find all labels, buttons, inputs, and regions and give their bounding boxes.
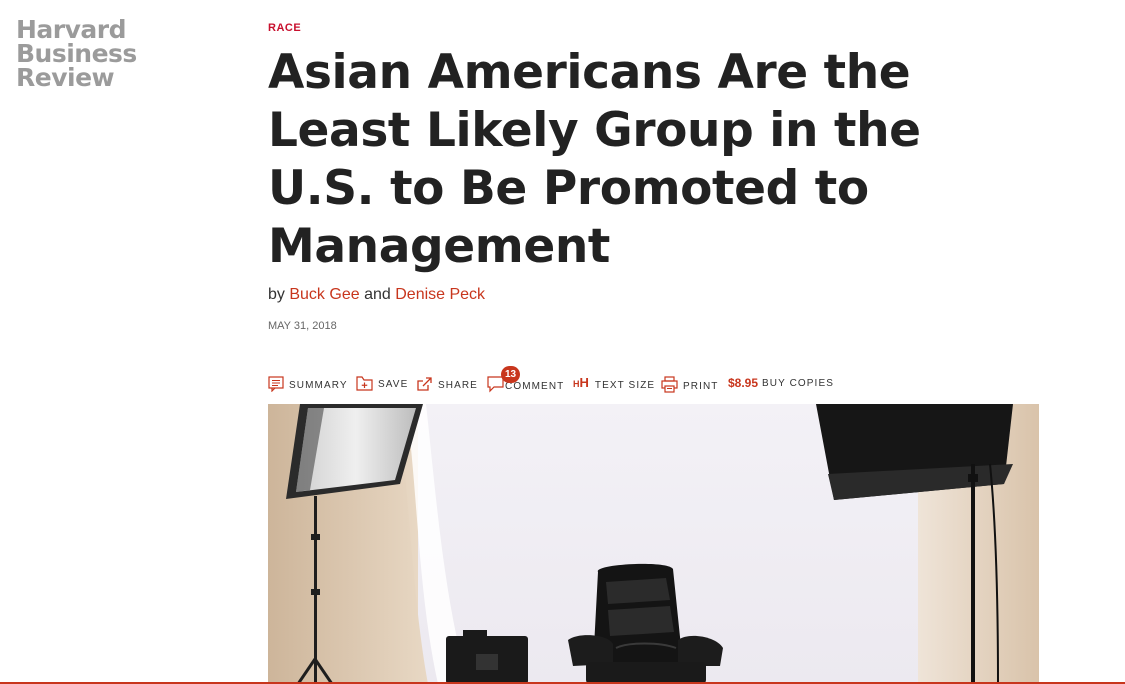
buy-copies-button[interactable]: $8.95 BUY COPIES	[728, 376, 834, 390]
byline-prefix: by	[268, 286, 285, 303]
text-size-button[interactable]: HH TEXT SIZE	[573, 376, 655, 392]
comment-count-badge: 13	[501, 366, 520, 383]
share-icon	[417, 377, 432, 391]
logo-line-3: Review	[16, 63, 115, 92]
article-title: Asian Americans Are the Least Likely Gro…	[268, 45, 921, 274]
hbr-logo[interactable]: Harvard Business Review	[16, 17, 137, 92]
text-size-label: TEXT SIZE	[594, 380, 656, 391]
price-label: $8.95	[728, 376, 759, 390]
photo-studio-empty-chair-image	[268, 404, 1039, 684]
byline: by Buck Gee and Denise Peck	[268, 286, 485, 304]
summary-label: SUMMARY	[289, 380, 348, 391]
hero-image	[268, 404, 1039, 684]
share-button[interactable]: SHARE	[417, 376, 478, 392]
printer-icon	[661, 376, 678, 393]
summary-icon	[268, 376, 284, 392]
save-button[interactable]: SAVE	[356, 376, 408, 391]
share-label: SHARE	[438, 380, 478, 391]
author-link-2[interactable]: Denise Peck	[395, 286, 485, 303]
comment-button[interactable]: 13 COMMENT	[487, 366, 565, 393]
save-folder-icon	[356, 376, 373, 391]
comment-label: COMMENT	[505, 381, 565, 392]
print-button[interactable]: PRINT	[661, 376, 719, 393]
topic-link[interactable]: RACE	[268, 22, 301, 34]
text-size-icon: HH	[573, 375, 589, 390]
save-label: SAVE	[378, 379, 409, 390]
publish-date: MAY 31, 2018	[268, 320, 337, 332]
byline-and: and	[364, 286, 391, 303]
buy-copies-label: BUY COPIES	[762, 378, 834, 389]
author-link-1[interactable]: Buck Gee	[289, 286, 359, 303]
summary-button[interactable]: SUMMARY	[268, 376, 348, 392]
print-label: PRINT	[683, 381, 719, 392]
